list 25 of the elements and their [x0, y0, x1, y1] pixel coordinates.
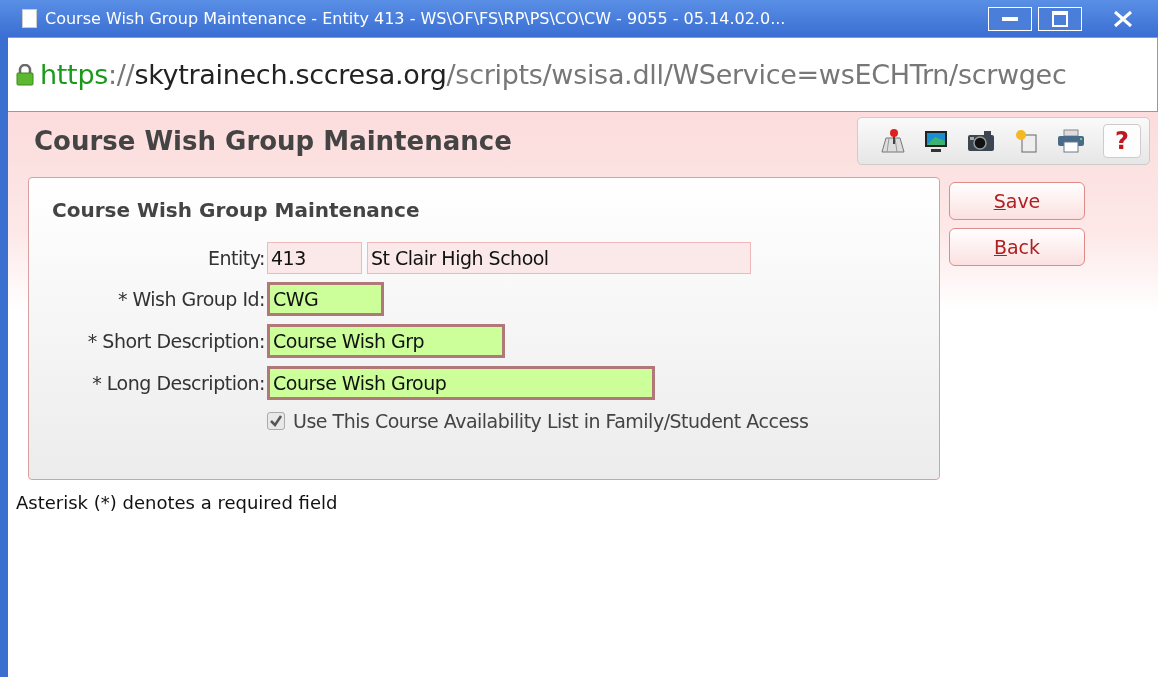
print-icon[interactable]	[1056, 128, 1086, 154]
field-label: * Wish Group Id:	[116, 288, 266, 310]
map-pin-icon[interactable]	[880, 128, 906, 154]
help-button[interactable]: ?	[1103, 124, 1141, 158]
close-icon	[1112, 9, 1134, 28]
minimize-button[interactable]	[988, 6, 1032, 31]
monitor-icon[interactable]	[923, 128, 949, 154]
required-note: Asterisk (*) denotes a required field	[16, 492, 339, 513]
maximize-button[interactable]	[1038, 6, 1082, 31]
panel-title: Course Wish Group Maintenance	[52, 198, 421, 222]
input-field[interactable]: Course Wish Group	[267, 366, 655, 400]
field-label: Entity:	[207, 247, 266, 269]
checkbox-label: Use This Course Availability List in Family/Student Access	[293, 410, 809, 432]
window-title: Course Wish Group Maintenance - Entity 413 - WS\OF\FS\RP\PS\CO\CW - 9055 - 05.14.02.0...	[45, 9, 786, 28]
document-icon	[22, 9, 37, 28]
page-title: Course Wish Group Maintenance	[34, 126, 512, 156]
action-button[interactable]: Back	[949, 228, 1085, 266]
field-label: * Short Description:	[86, 330, 266, 352]
camera-icon[interactable]	[966, 128, 996, 154]
field-label: * Long Description:	[91, 372, 266, 394]
input-field[interactable]: 413	[267, 242, 362, 274]
input-field[interactable]: Course Wish Grp	[267, 324, 505, 358]
action-button[interactable]: Save	[949, 182, 1085, 220]
input-field[interactable]: CWG	[267, 282, 384, 316]
input-field[interactable]: St Clair High School	[367, 242, 751, 274]
